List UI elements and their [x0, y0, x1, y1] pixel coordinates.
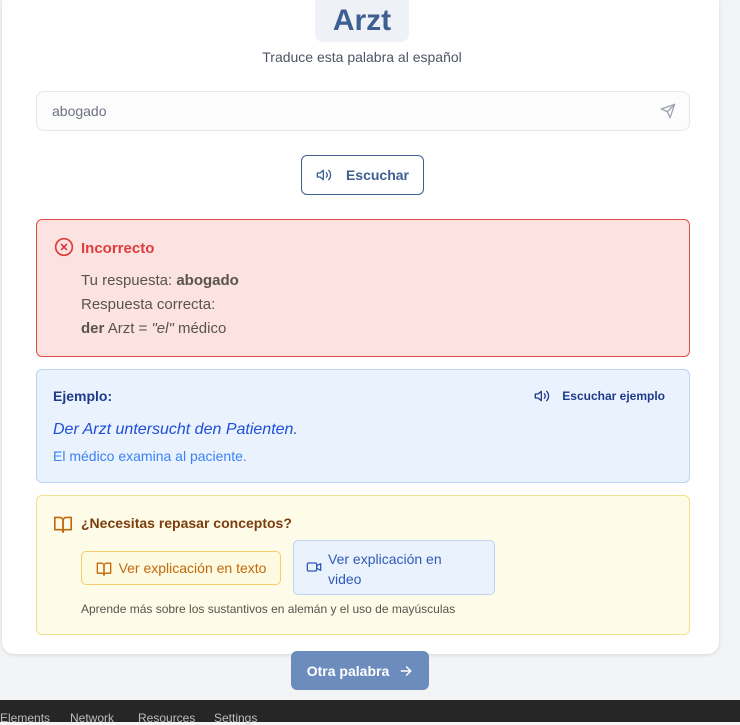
correct-es-article: "el" — [151, 320, 174, 337]
listen-button-label: Escuchar — [345, 167, 410, 183]
correct-es-noun: médico — [177, 320, 227, 337]
listen-example-button[interactable]: Escuchar ejemplo — [534, 388, 665, 404]
speaker-icon — [534, 390, 550, 402]
text-explanation-button[interactable]: Ver explicación en texto — [81, 551, 281, 585]
speaker-icon — [316, 169, 332, 181]
example-spanish: El médico examina al paciente. — [53, 448, 247, 464]
text-explanation-label: Ver explicación en texto — [118, 560, 267, 576]
x-circle-icon — [54, 237, 74, 257]
next-word-label: Otra palabra — [306, 662, 390, 679]
exercise-card: Arzt Traduce esta palabra al español abo… — [2, 0, 719, 654]
instruction-text: Traduce esta palabra al español — [262, 49, 462, 65]
correct-article: der — [81, 320, 105, 337]
devtools-tab-elements[interactable]: Elements — [0, 711, 50, 725]
correct-answer-line: der Arzt = "el" médico — [81, 320, 226, 337]
devtools-bar: Elements Network Resources Settings — [0, 700, 740, 725]
answer-input-value[interactable]: abogado — [52, 103, 107, 119]
book-open-icon — [96, 562, 111, 576]
example-panel: Ejemplo: Escuchar ejemplo Der Arzt unter… — [36, 369, 690, 483]
your-answer-line: Tu respuesta: abogado — [81, 272, 239, 289]
review-panel: ¿Necesitas repasar conceptos? Ver explic… — [36, 495, 690, 635]
your-answer-value: abogado — [176, 272, 239, 289]
review-note: Aprende más sobre los sustantivos en ale… — [81, 602, 456, 616]
word-display: Arzt — [315, 0, 409, 42]
devtools-tab-network[interactable]: Network — [70, 711, 114, 725]
video-icon — [306, 562, 322, 572]
review-title: ¿Necesitas repasar conceptos? — [81, 515, 292, 531]
correct-answer-label: Respuesta correcta: — [81, 296, 216, 313]
your-answer-label: Tu respuesta: — [81, 272, 173, 289]
correct-noun: Arzt = — [107, 320, 148, 337]
devtools-tab-settings[interactable]: Settings — [214, 711, 257, 725]
next-word-button[interactable]: Otra palabra — [291, 651, 429, 690]
example-label: Ejemplo: — [53, 388, 113, 404]
book-open-icon — [53, 516, 72, 533]
listen-example-label: Escuchar ejemplo — [562, 389, 665, 403]
send-icon[interactable] — [660, 103, 676, 119]
example-german: Der Arzt untersucht den Patienten. — [53, 421, 298, 438]
answer-input[interactable]: abogado — [36, 91, 690, 131]
video-explanation-button[interactable]: Ver explicación en video — [293, 540, 495, 595]
devtools-tab-resources[interactable]: Resources — [138, 711, 195, 725]
listen-button[interactable]: Escuchar — [301, 155, 424, 195]
target-word: Arzt — [332, 4, 392, 37]
arrow-right-icon — [400, 665, 412, 676]
feedback-title: Incorrecto — [81, 240, 155, 257]
feedback-incorrect: Incorrecto Tu respuesta: abogado Respues… — [36, 219, 690, 357]
video-explanation-label: Ver explicación en video — [328, 551, 442, 587]
